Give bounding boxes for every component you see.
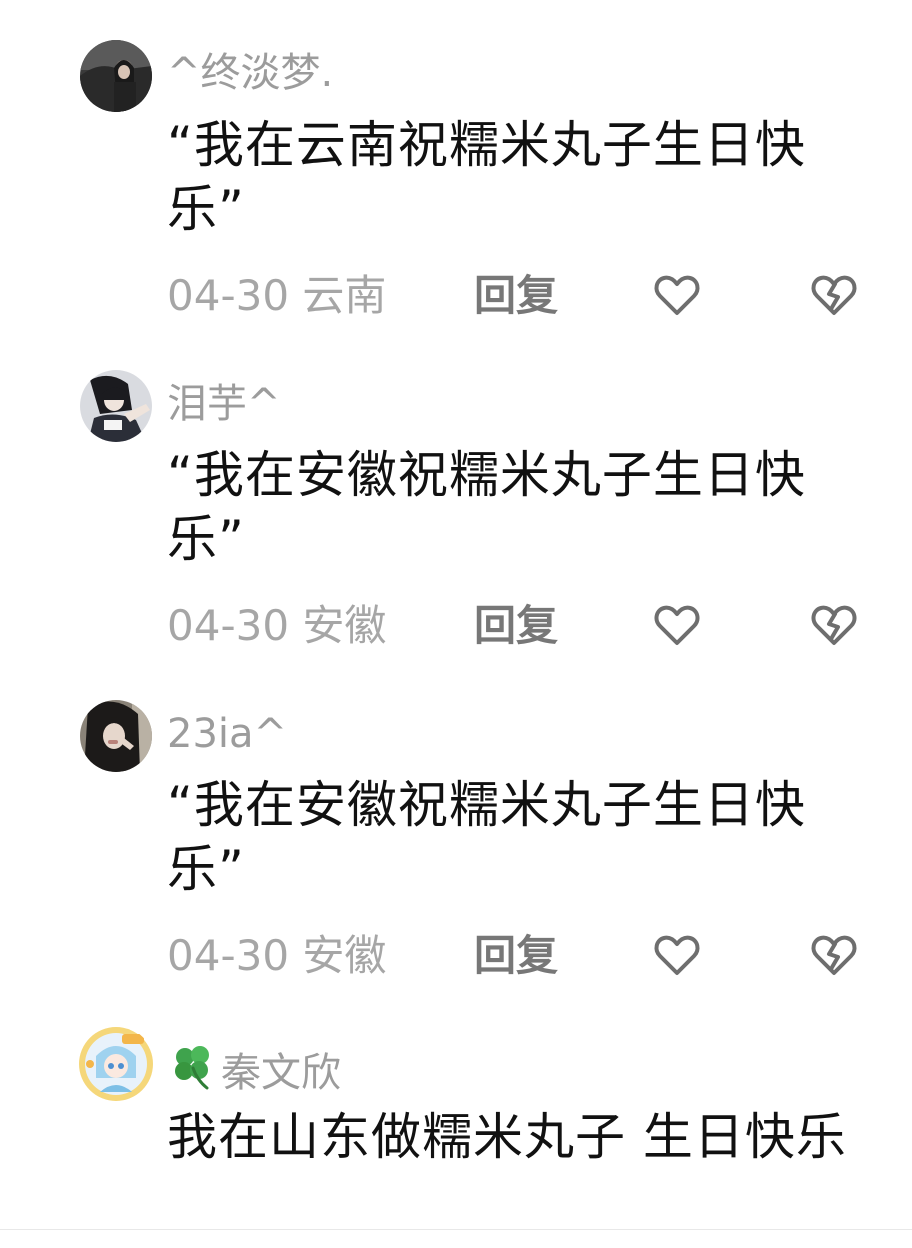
avatar[interactable] bbox=[78, 1026, 154, 1102]
comment-location: 安徽 bbox=[302, 931, 387, 980]
comment-text: “我在云南祝糯米丸子生日快乐” bbox=[167, 116, 806, 238]
like-button[interactable] bbox=[651, 599, 703, 651]
comment-meta: 04-30 安徽 bbox=[167, 931, 386, 981]
avatar-image bbox=[80, 370, 152, 442]
avatar[interactable] bbox=[80, 700, 152, 772]
heart-outline-icon bbox=[654, 275, 700, 315]
dislike-button[interactable] bbox=[808, 599, 860, 651]
heart-outline-icon bbox=[654, 935, 700, 975]
like-button[interactable] bbox=[651, 269, 703, 321]
dislike-button[interactable] bbox=[808, 269, 860, 321]
dislike-button[interactable] bbox=[808, 929, 860, 981]
avatar[interactable] bbox=[80, 370, 152, 442]
divider bbox=[0, 1229, 912, 1230]
broken-heart-icon bbox=[811, 605, 857, 645]
comment-text: “我在安徽祝糯米丸子生日快乐” bbox=[167, 776, 806, 898]
avatar-image bbox=[79, 1027, 153, 1101]
clover-icon bbox=[167, 1040, 219, 1103]
comment-text: “我在安徽祝糯米丸子生日快乐” bbox=[167, 446, 806, 568]
comment-date: 04-30 bbox=[167, 271, 290, 320]
username[interactable]: 泪芋^ bbox=[167, 380, 281, 428]
username[interactable]: 23ia^ bbox=[167, 710, 287, 758]
reply-button[interactable]: 回复 bbox=[474, 601, 558, 651]
username[interactable]: 秦文欣 bbox=[167, 1040, 341, 1103]
comment-meta: 04-30 云南 bbox=[167, 271, 386, 321]
avatar-image bbox=[80, 40, 152, 112]
comment-date: 04-30 bbox=[167, 601, 290, 650]
comment-text: 我在山东做糯米丸子 生日快乐 bbox=[167, 1108, 847, 1166]
comment-location: 安徽 bbox=[302, 601, 387, 650]
broken-heart-icon bbox=[811, 935, 857, 975]
comment-date: 04-30 bbox=[167, 931, 290, 980]
comment-location: 云南 bbox=[302, 271, 387, 320]
username[interactable]: ^终淡梦. bbox=[167, 49, 333, 97]
comment-meta: 04-30 安徽 bbox=[167, 601, 386, 651]
like-button[interactable] bbox=[651, 929, 703, 981]
reply-button[interactable]: 回复 bbox=[474, 271, 558, 321]
heart-outline-icon bbox=[654, 605, 700, 645]
broken-heart-icon bbox=[811, 275, 857, 315]
avatar[interactable] bbox=[80, 40, 152, 112]
avatar-image bbox=[80, 700, 152, 772]
username-text: 秦文欣 bbox=[221, 1050, 341, 1096]
reply-button[interactable]: 回复 bbox=[474, 931, 558, 981]
